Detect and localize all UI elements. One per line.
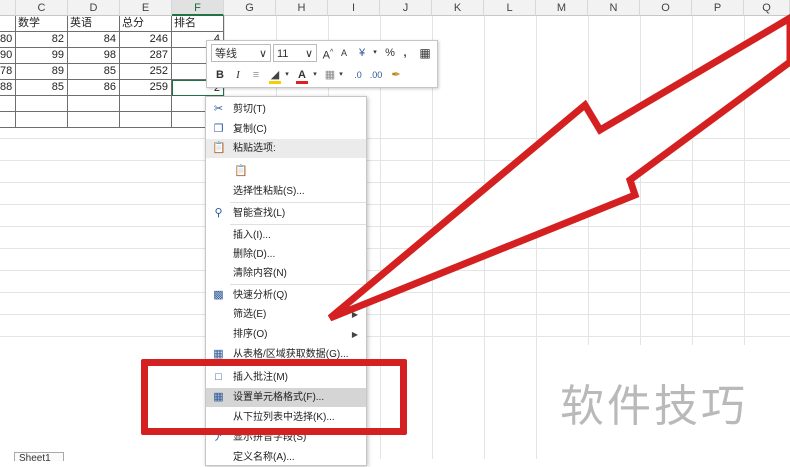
watermark-text: 软件技巧 xyxy=(560,381,748,432)
annotation-highlight-box xyxy=(141,359,407,435)
annotation-arrow-shape xyxy=(327,13,790,322)
